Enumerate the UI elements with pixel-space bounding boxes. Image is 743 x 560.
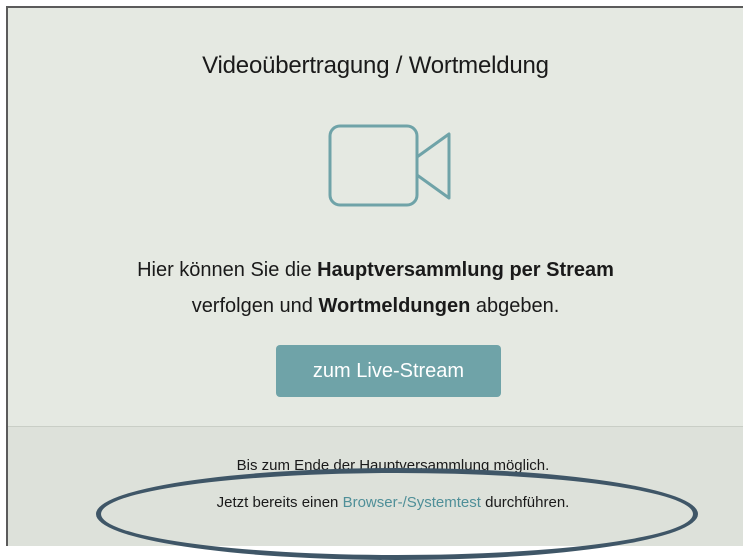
live-stream-button[interactable]: zum Live-Stream	[276, 345, 501, 397]
panel-description: Hier können Sie die Hauptversammlung per…	[8, 252, 743, 324]
annotation-highlight-ellipse	[96, 468, 698, 560]
description-bold-wortmeldungen: Wortmeldungen	[318, 295, 471, 317]
description-text: verfolgen und	[191, 295, 319, 317]
description-text: Hier können Sie die	[137, 259, 318, 281]
video-camera-icon	[328, 124, 451, 207]
panel-main: Videoübertragung / Wortmeldung Hier könn…	[8, 8, 743, 426]
panel-title: Videoübertragung / Wortmeldung	[202, 52, 549, 79]
description-bold-hauptversammlung: Hauptversammlung per Stream	[317, 259, 614, 281]
description-line-1: Hier können Sie die Hauptversammlung per…	[8, 252, 743, 288]
description-text: abgeben.	[470, 295, 560, 317]
description-line-2: verfolgen und Wortmeldungen abgeben.	[8, 288, 743, 324]
stream-panel: Videoübertragung / Wortmeldung Hier könn…	[6, 6, 743, 546]
